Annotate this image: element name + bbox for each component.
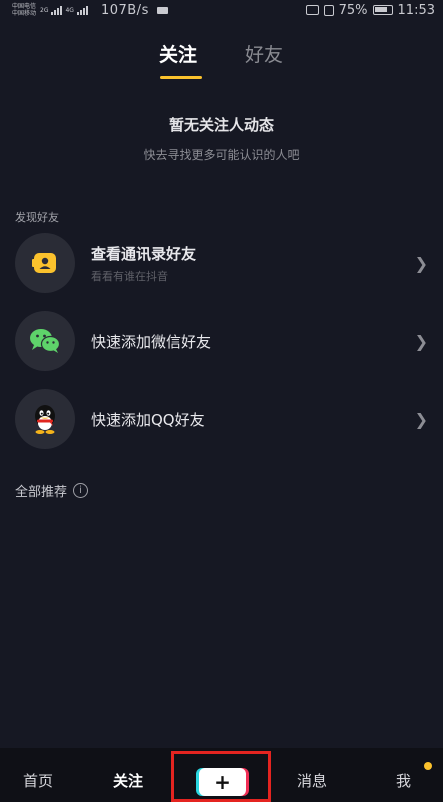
- add-wechat-friends-row[interactable]: 快速添加微信好友 ❯: [0, 310, 443, 372]
- carrier-names: 中国电信 中国移动: [12, 3, 36, 17]
- empty-state-subtitle: 快去寻找更多可能认识的人吧: [143, 148, 300, 162]
- top-tabs: 关注 好友: [0, 36, 443, 79]
- qq-icon: [15, 389, 75, 449]
- carrier-1: 中国电信: [12, 3, 37, 10]
- discover-friends-label: 发现好友: [15, 211, 59, 224]
- nav-home[interactable]: 首页: [23, 770, 53, 791]
- cast-icon: [305, 5, 319, 15]
- notification-dot: [424, 762, 432, 770]
- network-speed: 107B/s: [100, 2, 149, 18]
- row-title: 快速添加QQ好友: [91, 410, 205, 429]
- chevron-right-icon: ❯: [414, 253, 428, 273]
- empty-state-title: 暂无关注人动态: [168, 116, 274, 134]
- wechat-icon: [15, 311, 75, 371]
- nav-messages[interactable]: 消息: [297, 770, 327, 791]
- publish-button[interactable]: +: [199, 768, 246, 796]
- all-recommendations-label: 全部推荐 i: [15, 481, 89, 500]
- contacts-icon: [15, 233, 75, 293]
- bottom-nav: 首页 关注 + 消息 我: [0, 748, 443, 802]
- status-bar: 中国电信 中国移动 2G 4G 107B/s 75% 11:53: [0, 0, 443, 20]
- chevron-right-icon: ❯: [414, 409, 428, 429]
- all-recommendations-text: 全部推荐: [15, 485, 68, 500]
- signal-2-label: 4G: [65, 6, 74, 14]
- tab-follow[interactable]: 关注: [159, 40, 197, 67]
- tab-friends[interactable]: 好友: [245, 40, 283, 67]
- view-contacts-friends-row[interactable]: 查看通讯录好友 看看有谁在抖音 ❯: [0, 232, 443, 294]
- battery-percent: 75%: [338, 2, 368, 18]
- active-tab-indicator: [160, 76, 202, 79]
- vibrate-icon: [323, 4, 334, 16]
- signal-2-icon: [76, 5, 88, 15]
- chevron-right-icon: ❯: [414, 331, 428, 351]
- publish-highlight-box: +: [171, 751, 271, 802]
- info-icon[interactable]: i: [73, 483, 89, 498]
- add-qq-friends-row[interactable]: 快速添加QQ好友 ❯: [0, 388, 443, 450]
- nav-me[interactable]: 我: [396, 770, 411, 791]
- signal-1-icon: [51, 5, 63, 15]
- nav-follow[interactable]: 关注: [113, 770, 143, 791]
- carrier-2: 中国移动: [12, 10, 37, 17]
- row-title: 快速添加微信好友: [91, 332, 212, 351]
- signal-1-label: 2G: [40, 6, 49, 14]
- camera-icon: [156, 6, 168, 14]
- row-subtitle: 看看有谁在抖音: [91, 269, 168, 283]
- clock: 11:53: [397, 2, 435, 18]
- battery-icon: [372, 5, 393, 15]
- row-title: 查看通讯录好友: [91, 244, 197, 263]
